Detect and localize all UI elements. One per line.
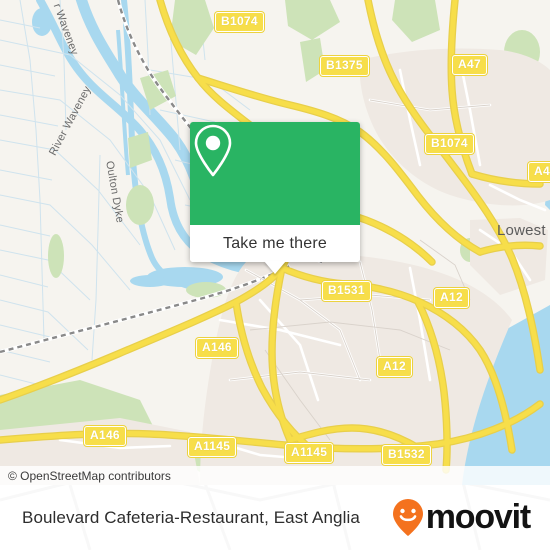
moovit-logo[interactable]: moovit (391, 498, 550, 538)
road-shield-a146-west[interactable]: A146 (84, 426, 126, 446)
road-shield-b1375[interactable]: B1375 (320, 56, 369, 76)
road-shield-b1074[interactable]: B1074 (215, 12, 264, 32)
map-canvas[interactable]: r Waveney River Waveney Oulton Dyke Lowe… (0, 0, 550, 485)
footer-bar: Boulevard Cafeteria-Restaurant, East Ang… (0, 485, 550, 550)
moovit-pin-icon (392, 498, 423, 536)
card-pointer-tail (264, 261, 286, 274)
map-attribution-bar: © OpenStreetMap contributors (0, 466, 550, 485)
road-shield-a1145-west[interactable]: A1145 (188, 437, 237, 457)
road-shield-b1074-east[interactable]: B1074 (425, 134, 474, 154)
map-pin-icon (194, 124, 232, 177)
take-me-there-button[interactable]: Take me there (190, 225, 360, 262)
road-shield-b1532[interactable]: B1532 (382, 445, 431, 465)
place-label-lowestoft: Lowest (497, 222, 546, 239)
road-shield-a12-south[interactable]: A12 (377, 357, 412, 377)
road-shield-a1145-east[interactable]: A1145 (285, 443, 334, 463)
moovit-map-screenshot: r Waveney River Waveney Oulton Dyke Lowe… (0, 0, 550, 550)
location-marker-card[interactable]: Take me there (190, 122, 360, 274)
road-shield-a146-mid[interactable]: A146 (196, 338, 238, 358)
road-shield-a12-north[interactable]: A12 (434, 288, 469, 308)
moovit-wordmark: moovit (425, 498, 531, 536)
road-shield-a47-north[interactable]: A47 (452, 55, 487, 75)
attribution-text: © OpenStreetMap contributors (8, 468, 171, 483)
road-shield-b1531[interactable]: B1531 (322, 281, 371, 301)
take-me-there-label: Take me there (223, 234, 327, 252)
page-title: Boulevard Cafeteria-Restaurant, East Ang… (22, 507, 360, 527)
card-icon-area (190, 122, 360, 225)
road-shield-a47-east[interactable]: A47 (528, 162, 550, 182)
